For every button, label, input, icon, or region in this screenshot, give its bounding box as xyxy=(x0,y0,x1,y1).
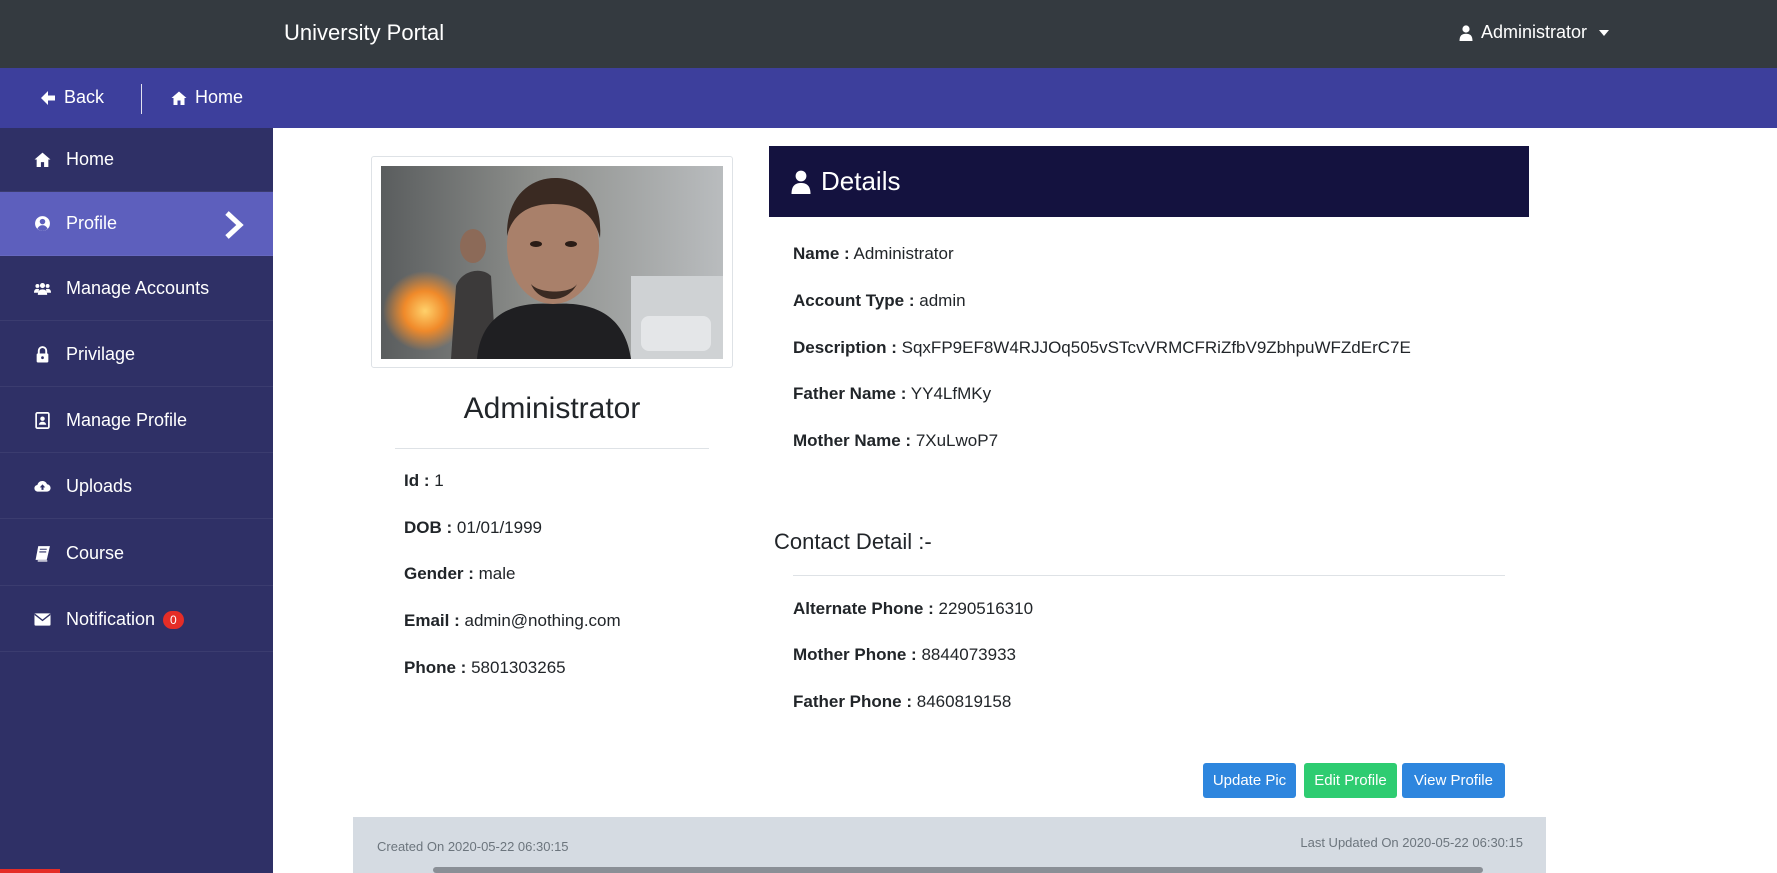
sidebar-item-manage-profile[interactable]: Manage Profile xyxy=(0,389,273,453)
profile-field-phone: Phone : 5801303265 xyxy=(404,658,566,678)
field-value: 1 xyxy=(434,471,444,490)
contact-divider xyxy=(793,575,1505,576)
contact-field-mother-phone: Mother Phone : 8844073933 xyxy=(793,645,1016,665)
field-value: admin xyxy=(919,291,966,310)
sidebar-item-label: Uploads xyxy=(66,476,133,496)
field-label: DOB : xyxy=(404,518,453,537)
sidebar-item-label: Course xyxy=(66,543,125,563)
home-icon xyxy=(171,91,187,105)
details-field-description: Description : SqxFP9EF8W4RJJOq505vSTcvVR… xyxy=(793,338,1411,358)
field-label: Mother Name : xyxy=(793,431,912,450)
lock-icon xyxy=(32,345,52,365)
sidebar-item-manage-accounts[interactable]: Manage Accounts xyxy=(0,257,273,321)
field-value: 5801303265 xyxy=(471,658,566,677)
field-value: Administrator xyxy=(853,244,954,263)
user-icon xyxy=(791,170,811,194)
profile-name: Administrator xyxy=(463,392,641,425)
field-value: 8844073933 xyxy=(921,645,1016,664)
book-icon xyxy=(32,544,52,564)
field-label: Father Phone : xyxy=(793,692,913,711)
back-button[interactable]: Back xyxy=(40,87,104,108)
profile-field-gender: Gender : male xyxy=(404,564,516,584)
back-label: Back xyxy=(64,87,105,107)
horizontal-scrollbar[interactable] xyxy=(433,867,1483,873)
sidebar-item-notification[interactable]: Notification 0 xyxy=(0,588,273,652)
chevron-right-icon xyxy=(225,211,244,239)
field-value: 8460819158 xyxy=(916,692,1012,711)
secondary-navbar: Back Home xyxy=(0,68,1777,128)
user-menu-dropdown[interactable]: Administrator xyxy=(1459,22,1610,43)
field-label: Name : xyxy=(793,244,850,263)
sidebar-item-label: Home xyxy=(66,149,115,169)
notification-count-badge: 0 xyxy=(163,610,184,629)
last-updated-text: Last Updated On 2020-05-22 06:30:15 xyxy=(1300,835,1523,850)
field-value: admin@nothing.com xyxy=(464,611,621,630)
sidebar-item-uploads[interactable]: Uploads xyxy=(0,455,273,519)
envelope-icon xyxy=(32,610,52,630)
view-profile-button[interactable]: View Profile xyxy=(1402,763,1505,798)
field-value: 7XuLwoP7 xyxy=(915,431,999,450)
created-on-text: Created On 2020-05-22 06:30:15 xyxy=(377,839,569,854)
sidebar-item-label: Profile xyxy=(66,213,118,233)
profile-photo-image xyxy=(381,166,723,359)
details-field-mother-name: Mother Name : 7XuLwoP7 xyxy=(793,431,998,451)
card-footer: Created On 2020-05-22 06:30:15 Last Upda… xyxy=(353,817,1546,873)
home-link[interactable]: Home xyxy=(171,87,243,108)
field-label: Phone : xyxy=(404,658,467,677)
caret-down-icon xyxy=(1599,29,1610,36)
edit-profile-button[interactable]: Edit Profile xyxy=(1304,763,1397,798)
contact-field-father-phone: Father Phone : 8460819158 xyxy=(793,692,1011,712)
field-label: Alternate Phone : xyxy=(793,599,934,618)
bottom-indicator xyxy=(0,869,60,873)
user-icon xyxy=(1459,24,1473,41)
brand-title[interactable]: University Portal xyxy=(284,20,444,46)
field-value: SqxFP9EF8W4RJJOq505vSTcvVRMCFRiZfbV9Zbhp… xyxy=(901,338,1411,357)
field-value: YY4LfMKy xyxy=(910,384,992,403)
subnav-divider xyxy=(141,84,142,114)
arrow-left-icon xyxy=(41,90,55,105)
field-label: Account Type : xyxy=(793,291,915,310)
field-label: Id : xyxy=(404,471,430,490)
profile-photo-card xyxy=(371,156,733,368)
details-field-name: Name : Administrator xyxy=(793,244,954,264)
sidebar-item-label: Manage Accounts xyxy=(66,278,210,298)
field-value: 01/01/1999 xyxy=(456,518,542,537)
field-value: 2290516310 xyxy=(938,599,1034,618)
details-header: Details xyxy=(769,146,1529,217)
cloud-upload-icon xyxy=(32,477,52,497)
sidebar-item-label: Manage Profile xyxy=(66,410,188,430)
profile-field-id: Id : 1 xyxy=(404,471,444,491)
contact-field-alternate-phone: Alternate Phone : 2290516310 xyxy=(793,599,1033,619)
sidebar-item-label: Notification xyxy=(66,609,156,629)
profile-photo xyxy=(381,166,723,359)
profile-field-dob: DOB : 01/01/1999 xyxy=(404,518,542,538)
home-icon xyxy=(32,150,52,170)
id-card-icon xyxy=(32,411,52,431)
home-label: Home xyxy=(195,87,244,107)
field-label: Gender : xyxy=(404,564,474,583)
user-circle-icon xyxy=(32,214,52,234)
field-label: Email : xyxy=(404,611,460,630)
sidebar-item-privilage[interactable]: Privilage xyxy=(0,323,273,387)
users-icon xyxy=(32,279,52,299)
details-field-father-name: Father Name : YY4LfMKy xyxy=(793,384,991,404)
sidebar-item-course[interactable]: Course xyxy=(0,522,273,586)
top-navbar: University Portal Administrator xyxy=(0,0,1777,68)
update-pic-button[interactable]: Update Pic xyxy=(1203,763,1296,798)
contact-detail-heading: Contact Detail :- xyxy=(774,529,932,554)
field-label: Father Name : xyxy=(793,384,907,403)
sidebar-item-home[interactable]: Home xyxy=(0,128,273,192)
profile-field-email: Email : admin@nothing.com xyxy=(404,611,621,631)
sidebar: Home Profile Manage Accounts Privilage M… xyxy=(0,128,273,873)
field-label: Mother Phone : xyxy=(793,645,917,664)
field-value: male xyxy=(478,564,516,583)
user-menu-label: Administrator xyxy=(1481,22,1588,42)
details-title: Details xyxy=(821,166,901,196)
details-field-account-type: Account Type : admin xyxy=(793,291,966,311)
sidebar-item-label: Privilage xyxy=(66,344,136,364)
field-label: Description : xyxy=(793,338,897,357)
profile-name-divider xyxy=(395,448,709,449)
sidebar-item-profile[interactable]: Profile xyxy=(0,192,273,256)
